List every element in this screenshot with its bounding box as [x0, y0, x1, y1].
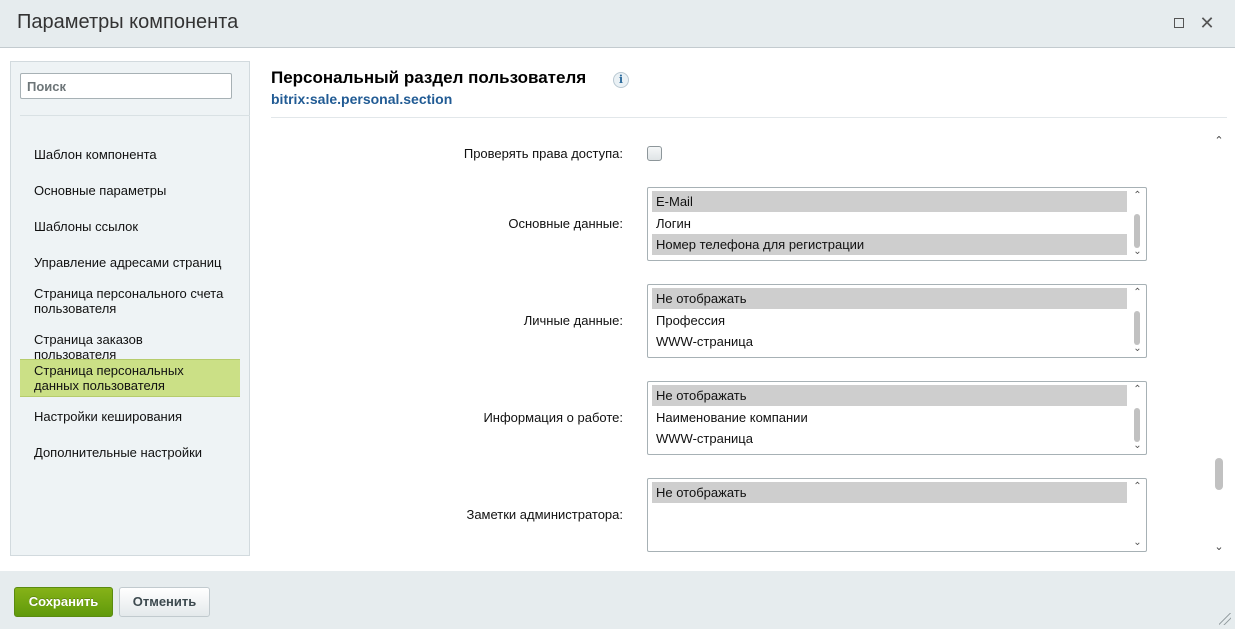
scroll-up-icon[interactable]: ⌃ [1131, 384, 1144, 396]
select-option[interactable]: Не отображать [652, 482, 1127, 503]
close-icon[interactable]: ✕ [1199, 13, 1215, 33]
personal-data-select[interactable]: Не отображать Профессия WWW-страница ⌃ ⌄ [647, 284, 1147, 358]
sidebar-item-label: Настройки кеширования [34, 409, 183, 424]
sidebar-item-label: Страница персонального счета пользовател… [34, 286, 224, 316]
listbox-scrollbar[interactable]: ⌃ ⌄ [1131, 481, 1144, 549]
cancel-button[interactable]: Отменить [119, 587, 210, 617]
select-option[interactable]: Наименование компании [652, 407, 1127, 428]
admin-notes-select[interactable]: Не отображать ⌃ ⌄ [647, 478, 1147, 552]
component-header: Персональный раздел пользователя i bitri… [271, 68, 1227, 118]
param-label-personal-data: Личные данные: [523, 313, 623, 328]
select-option[interactable]: Логин [652, 213, 1127, 234]
scrollbar-thumb[interactable] [1134, 408, 1140, 442]
listbox-scrollbar[interactable]: ⌃ ⌄ [1131, 287, 1144, 355]
sidebar-item-label: Управление адресами страниц [34, 255, 222, 270]
work-info-select[interactable]: Не отображать Наименование компании WWW-… [647, 381, 1147, 455]
param-label-main-data: Основные данные: [508, 216, 623, 231]
dialog-title: Параметры компонента [17, 11, 239, 33]
info-icon[interactable]: i [613, 72, 629, 88]
component-title: Персональный раздел пользователя [271, 68, 587, 87]
sidebar-item-label: Страница персональных данных пользовател… [34, 363, 184, 393]
check-access-checkbox[interactable] [647, 146, 662, 161]
sidebar-item-personal-account[interactable]: Страница персонального счета пользовател… [20, 286, 240, 316]
sidebar-item-link-templates[interactable]: Шаблоны ссылок [20, 219, 240, 234]
scroll-down-icon[interactable]: ⌄ [1131, 537, 1144, 549]
save-button[interactable]: Сохранить [14, 587, 113, 617]
select-option[interactable]: Не отображать [652, 288, 1127, 309]
scroll-up-icon[interactable]: ⌃ [1131, 481, 1144, 493]
sidebar-item-caching[interactable]: Настройки кеширования [20, 409, 240, 424]
component-parameters-dialog: Параметры компонента ✕ Шаблон компонента… [0, 0, 1235, 629]
select-option[interactable]: WWW-страница [652, 428, 1127, 449]
sidebar-item-label: Шаблоны ссылок [34, 219, 139, 234]
scrollbar-thumb[interactable] [1215, 458, 1223, 490]
sidebar: Шаблон компонента Основные параметры Шаб… [10, 61, 250, 556]
scrollbar-thumb[interactable] [1134, 214, 1140, 248]
scroll-up-icon[interactable]: ⌃ [1131, 190, 1144, 202]
param-label-work-info: Информация о работе: [483, 410, 623, 425]
select-option[interactable]: E-Mail [652, 191, 1127, 212]
sidebar-item-main-params[interactable]: Основные параметры [20, 183, 240, 198]
scrollbar-thumb[interactable] [1134, 311, 1140, 345]
sidebar-item-label: Страница заказов пользователя [34, 332, 143, 362]
select-option[interactable]: Номер телефона для регистрации [652, 234, 1127, 255]
search-input[interactable] [20, 73, 232, 99]
param-label-check-access: Проверять права доступа: [463, 146, 623, 161]
sidebar-item-label: Шаблон компонента [34, 147, 157, 162]
scroll-up-icon[interactable]: ⌃ [1131, 287, 1144, 299]
scroll-down-icon[interactable]: ⌄ [1212, 540, 1226, 554]
listbox-scrollbar[interactable]: ⌃ ⌄ [1131, 190, 1144, 258]
header-divider [271, 117, 1227, 118]
scroll-up-icon[interactable]: ⌃ [1212, 134, 1226, 148]
component-code: bitrix:sale.personal.section [271, 91, 453, 107]
sidebar-divider [20, 115, 250, 116]
sidebar-item-component-template[interactable]: Шаблон компонента [20, 147, 240, 162]
sidebar-item-label: Основные параметры [34, 183, 167, 198]
sidebar-item-label: Дополнительные настройки [34, 445, 203, 460]
scroll-down-icon[interactable]: ⌄ [1131, 343, 1144, 355]
main-data-select[interactable]: E-Mail Логин Номер телефона для регистра… [647, 187, 1147, 261]
resize-grip-icon[interactable] [1219, 613, 1231, 625]
sidebar-item-additional-settings[interactable]: Дополнительные настройки [20, 445, 240, 460]
maximize-icon[interactable] [1174, 18, 1184, 28]
select-option[interactable]: Не отображать [652, 385, 1127, 406]
listbox-scrollbar[interactable]: ⌃ ⌄ [1131, 384, 1144, 452]
scroll-down-icon[interactable]: ⌄ [1131, 246, 1144, 258]
dialog-footer: Сохранить Отменить [0, 571, 1235, 629]
param-label-admin-notes: Заметки администратора: [466, 507, 623, 522]
sidebar-item-page-addresses[interactable]: Управление адресами страниц [20, 255, 240, 270]
select-option[interactable]: Профессия [652, 310, 1127, 331]
title-bar: Параметры компонента ✕ [0, 0, 1235, 48]
select-option[interactable]: WWW-страница [652, 331, 1127, 352]
content-scrollbar[interactable]: ⌃ ⌄ [1212, 134, 1226, 554]
scroll-down-icon[interactable]: ⌄ [1131, 440, 1144, 452]
sidebar-item-user-orders[interactable]: Страница заказов пользователя [20, 332, 240, 362]
sidebar-item-personal-data[interactable]: Страница персональных данных пользовател… [20, 359, 240, 397]
